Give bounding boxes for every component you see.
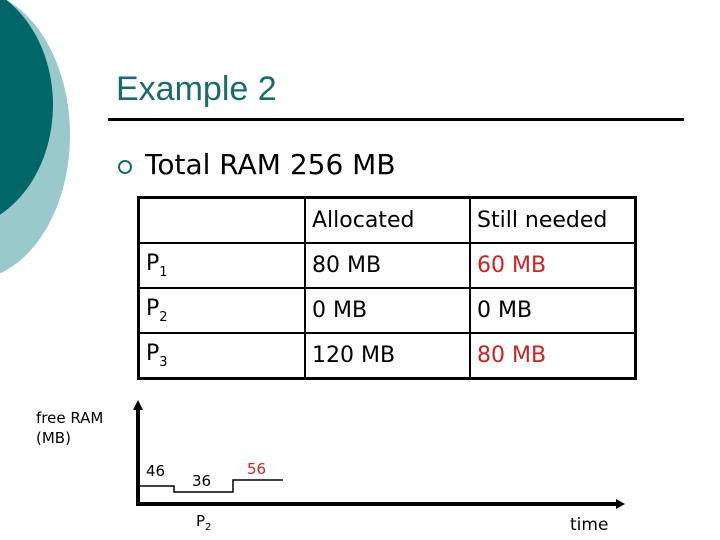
free-ram-graph [133,400,625,509]
y-axis-arrow [133,400,143,410]
event-subscript: 2 [205,522,212,533]
event-process: P [196,512,206,530]
step-label-36: 36 [192,472,212,490]
step-label-46: 46 [146,462,166,480]
event-label-p2: P2 [196,512,211,533]
free-ram-step-line [140,479,283,493]
step-label-56: 56 [247,460,267,478]
x-axis-label: time [570,515,609,535]
x-axis-arrow [616,499,625,509]
